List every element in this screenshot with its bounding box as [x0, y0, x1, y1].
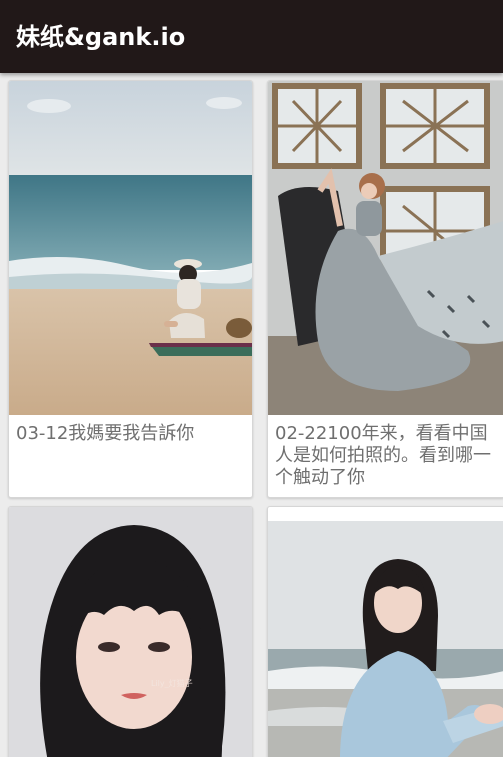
- card-caption: 02-22100年来，看看中国人是如何拍照的。看到哪一个触动了你: [275, 423, 491, 488]
- photo-grid[interactable]: 03-12我媽要我告訴你 02-22100年来，看看中国人是如何拍照的。看到哪一…: [0, 73, 503, 757]
- beach-photo: [9, 81, 252, 415]
- photo-card[interactable]: Lily_灯猫子: [8, 506, 253, 757]
- app-bar: 妹纸&gank.io: [0, 0, 503, 73]
- watermark: Lily_灯猫子: [151, 679, 193, 688]
- gown-photo: [268, 81, 503, 415]
- seaside-photo: [268, 521, 503, 757]
- portrait-photo: [9, 507, 252, 757]
- photo-card[interactable]: [267, 506, 503, 757]
- card-caption: 03-12我媽要我告訴你: [16, 423, 195, 444]
- photo-card[interactable]: 03-12我媽要我告訴你: [8, 80, 253, 498]
- photo-card[interactable]: 02-22100年来，看看中国人是如何拍照的。看到哪一个触动了你: [267, 80, 503, 498]
- app-title: 妹纸&gank.io: [16, 23, 186, 51]
